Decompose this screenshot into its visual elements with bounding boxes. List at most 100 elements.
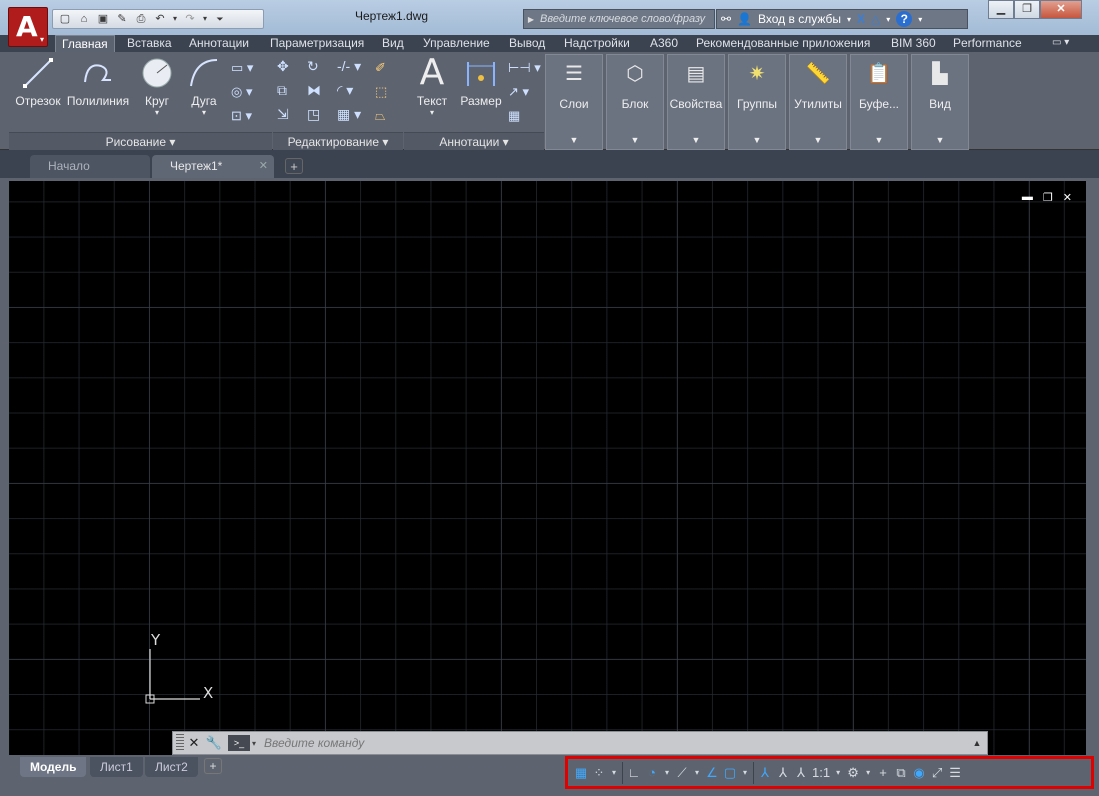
polar-dropdown-icon[interactable]: ▾ [663, 762, 671, 784]
plot-icon[interactable]: ⎙ [133, 12, 149, 26]
tab-featured-apps[interactable]: Рекомендованные приложения [696, 35, 870, 52]
grid-icon[interactable]: ▦ [574, 762, 588, 784]
customization-menu-icon[interactable]: ☰ [948, 762, 962, 784]
tab-addins[interactable]: Надстройки [564, 35, 630, 52]
search-input[interactable] [538, 10, 714, 28]
text-button[interactable]: A Текст ▾ [412, 55, 452, 118]
save-icon[interactable]: ▣ [95, 12, 111, 26]
layers-panel[interactable]: ☰ Слои ▼ [545, 54, 603, 150]
draw-panel-footer[interactable]: Рисование ▾ [9, 132, 272, 150]
tab-drawing[interactable]: Чертеж1* ✕ [152, 155, 274, 178]
annotation-visibility-icon[interactable]: ⅄ [758, 762, 772, 784]
command-customize-icon[interactable]: 🔧 [204, 735, 224, 751]
mirror-icon[interactable]: ⧓ [307, 82, 337, 98]
circle-button[interactable]: Круг ▾ [135, 56, 179, 117]
help-icon[interactable]: ? [896, 11, 913, 27]
workspace-dropdown-icon[interactable]: ▾ [864, 762, 872, 784]
customize-qat-icon[interactable]: ⏷ [212, 12, 228, 26]
rotate-icon[interactable]: ↻ [307, 58, 337, 74]
tab-parametric[interactable]: Параметризация [270, 35, 364, 52]
binoculars-icon[interactable]: ⚯ [721, 12, 731, 26]
save-as-icon[interactable]: ✎ [114, 12, 130, 26]
annotation-monitor-icon[interactable]: + [876, 762, 890, 784]
circle-dropdown-icon[interactable]: ▾ [135, 108, 179, 117]
command-line-grip[interactable] [176, 734, 184, 752]
arc-dropdown-icon[interactable]: ▾ [183, 108, 225, 117]
erase-icon[interactable]: ✐ [375, 60, 387, 76]
block-panel[interactable]: ⬡ Блок ▼ [606, 54, 664, 150]
exchange-apps-icon[interactable]: X [857, 12, 865, 26]
fillet-icon[interactable]: ◜ ▾ [337, 82, 367, 98]
groups-panel[interactable]: ✷ Группы ▼ [728, 54, 786, 150]
modify-panel-footer[interactable]: Редактирование ▾ [273, 132, 403, 150]
clipboard-panel[interactable]: 📋 Буфе... ▼ [850, 54, 908, 150]
tab-insert[interactable]: Вставка [127, 35, 172, 52]
scale-dropdown-icon[interactable]: ▾ [834, 762, 842, 784]
polar-icon[interactable]: ◔ [645, 762, 659, 784]
array-icon[interactable]: ▦ ▾ [337, 106, 367, 122]
hatch-icon[interactable]: ◎ ▾ [231, 84, 253, 100]
command-input[interactable] [256, 733, 967, 753]
rectangle-icon[interactable]: ▭ ▾ [231, 60, 253, 76]
command-history-icon[interactable]: ▲ [967, 738, 987, 748]
tab-layout2[interactable]: Лист2 [145, 757, 198, 777]
add-layout-button[interactable]: + [204, 758, 222, 774]
viewport-minimize-icon[interactable]: ▬ [1022, 191, 1033, 204]
new-tab-button[interactable]: + [285, 158, 303, 174]
clean-screen-icon[interactable]: ⤢ [930, 762, 944, 784]
signin-dropdown-icon[interactable]: ▾ [847, 15, 851, 24]
drawing-canvas[interactable]: ▬ ❐ ✕ Y X [9, 181, 1086, 755]
table-icon[interactable]: ▦ [508, 108, 541, 124]
tab-performance[interactable]: Performance [953, 35, 1022, 52]
open-file-icon[interactable]: ⌂ [76, 12, 92, 26]
tab-bim360[interactable]: BIM 360 [891, 35, 936, 52]
annotation-scale-icon[interactable]: ⅄ [794, 762, 808, 784]
stay-connected-dropdown-icon[interactable]: ▾ [886, 15, 890, 24]
snap-dropdown-icon[interactable]: ▾ [610, 762, 618, 784]
isolate-objects-icon[interactable]: ⧉ [894, 762, 908, 784]
tab-view[interactable]: Вид [382, 35, 404, 52]
polyline-button[interactable]: Полилиния [65, 56, 131, 108]
help-dropdown-icon[interactable]: ▾ [918, 15, 922, 24]
object-snap-dropdown-icon[interactable]: ▾ [741, 762, 749, 784]
scale-value[interactable]: 1:1 [812, 762, 830, 784]
close-icon[interactable]: ✕ [1040, 0, 1082, 19]
tab-output[interactable]: Вывод [509, 35, 545, 52]
tab-model[interactable]: Модель [20, 757, 87, 777]
command-close-icon[interactable]: ✕ [184, 735, 204, 751]
isodraft-icon[interactable]: ⟋ [675, 762, 689, 784]
workspace-gear-icon[interactable]: ⚙ [846, 762, 860, 784]
object-snap-tracking-icon[interactable]: ∠ [705, 762, 719, 784]
tab-manage[interactable]: Управление [423, 35, 490, 52]
undo-icon[interactable]: ↶ [152, 12, 168, 26]
tab-start[interactable]: Начало [30, 155, 150, 178]
isodraft-dropdown-icon[interactable]: ▾ [693, 762, 701, 784]
undo-dropdown-icon[interactable]: ▾ [171, 12, 179, 26]
linear-dim-icon[interactable]: ⊢⊣ ▾ [508, 60, 541, 76]
ortho-icon[interactable]: ∟ [627, 762, 641, 784]
offset-icon[interactable]: ⏢ [375, 108, 387, 124]
annotation-panel-footer[interactable]: Аннотации ▾ [404, 132, 544, 150]
redo-icon[interactable]: ↷ [182, 12, 198, 26]
text-dropdown-icon[interactable]: ▾ [412, 108, 452, 117]
stay-connected-icon[interactable]: △ [871, 12, 880, 26]
scale-icon[interactable]: ◳ [307, 106, 337, 122]
close-tab-icon[interactable]: ✕ [259, 155, 268, 178]
application-menu-button[interactable]: A ▾ [8, 7, 48, 47]
auto-scale-icon[interactable]: ⅄ [776, 762, 790, 784]
move-icon[interactable]: ✥ [277, 58, 307, 74]
viewport-close-icon[interactable]: ✕ [1063, 191, 1072, 204]
user-icon[interactable]: 👤 [737, 12, 752, 26]
maximize-icon[interactable]: ❐ [1014, 0, 1040, 19]
tab-annotate[interactable]: Аннотации [189, 35, 249, 52]
region-icon[interactable]: ⊡ ▾ [231, 108, 253, 124]
viewport-restore-icon[interactable]: ❐ [1043, 191, 1053, 204]
stretch-icon[interactable]: ⇲ [277, 106, 307, 122]
command-prompt-icon[interactable]: >_ [228, 735, 250, 751]
snap-icon[interactable]: ⁘ [592, 762, 606, 784]
leader-icon[interactable]: ↗ ▾ [508, 84, 541, 100]
redo-dropdown-icon[interactable]: ▾ [201, 12, 209, 26]
dimension-button[interactable]: Размер [458, 56, 504, 108]
properties-panel[interactable]: ▤ Свойства ▼ [667, 54, 725, 150]
signin-button[interactable]: Вход в службы [758, 12, 841, 26]
